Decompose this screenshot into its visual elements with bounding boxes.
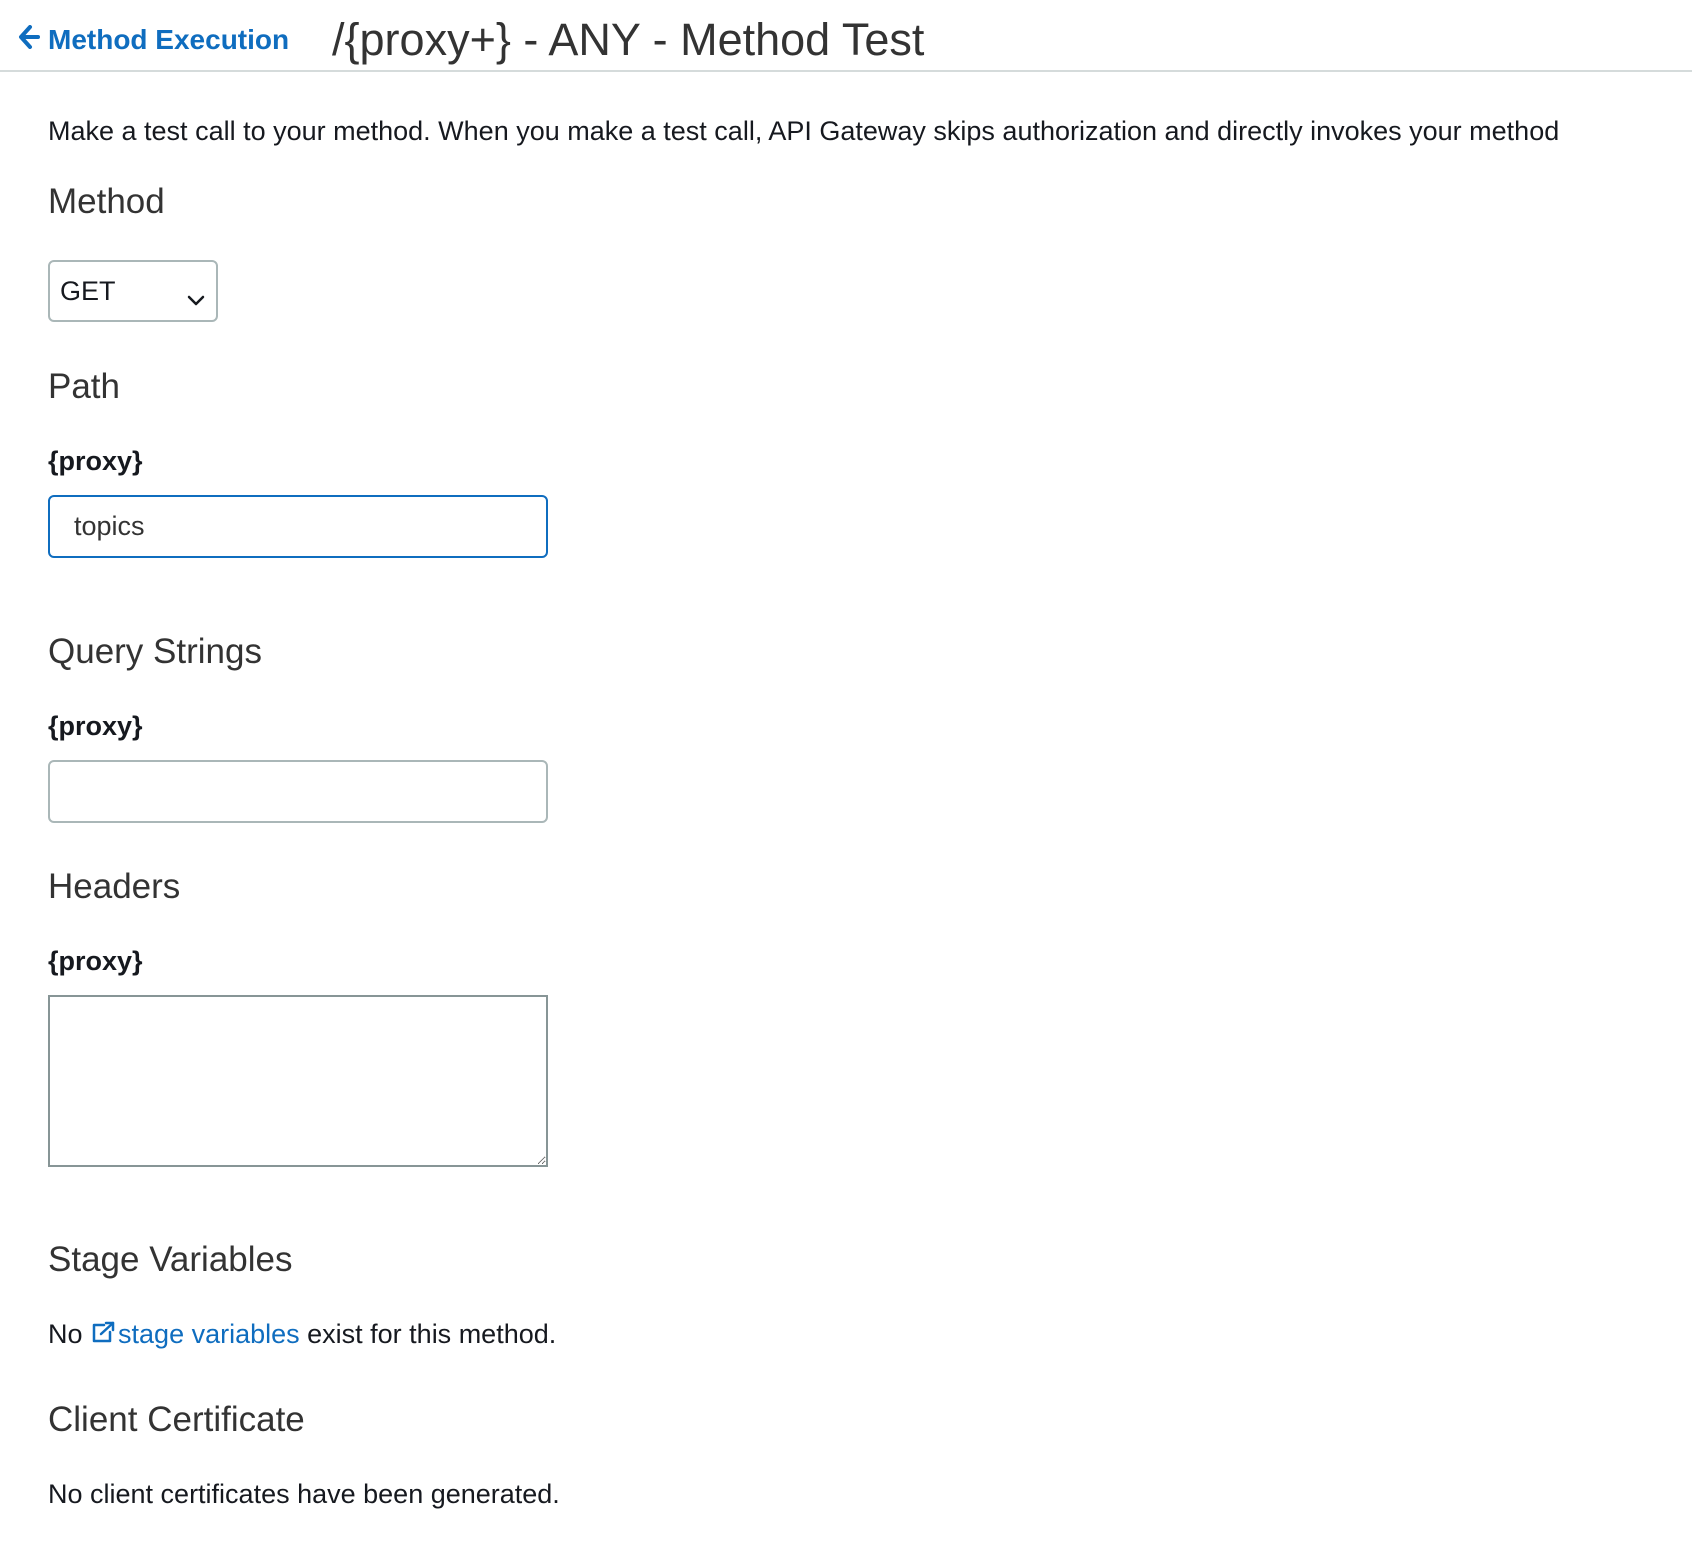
back-link-label: Method Execution xyxy=(48,24,290,55)
method-select-value: GET xyxy=(60,275,116,306)
headers-param-label: {proxy} xyxy=(48,946,143,976)
query-proxy-input[interactable] xyxy=(48,760,548,823)
client-certificate-section-title: Client Certificate xyxy=(48,1400,305,1439)
query-strings-section-title: Query Strings xyxy=(48,632,262,671)
chevron-down-icon xyxy=(186,284,206,315)
page-header: Method Execution /{proxy+} - ANY - Metho… xyxy=(0,0,1692,72)
method-select[interactable]: GET xyxy=(48,260,218,322)
intro-text: Make a test call to your method. When yo… xyxy=(48,116,1560,146)
stage-variables-link[interactable]: stage variables xyxy=(90,1319,300,1349)
arrow-left-icon xyxy=(18,24,48,56)
external-link-icon xyxy=(90,1319,118,1349)
stage-variables-prefix: No xyxy=(48,1319,91,1349)
path-param-label: {proxy} xyxy=(48,446,143,476)
stage-variables-text: No stage variables exist for this method… xyxy=(48,1319,556,1350)
query-param-label: {proxy} xyxy=(48,711,143,741)
page-title: /{proxy+} - ANY - Method Test xyxy=(332,14,925,65)
back-to-method-execution-link[interactable]: Method Execution xyxy=(18,24,289,56)
headers-proxy-textarea[interactable] xyxy=(48,995,548,1167)
path-section-title: Path xyxy=(48,367,120,406)
headers-section-title: Headers xyxy=(48,867,181,906)
stage-variables-section-title: Stage Variables xyxy=(48,1240,293,1279)
stage-variables-suffix: exist for this method. xyxy=(299,1319,557,1349)
stage-variables-link-text: stage variables xyxy=(118,1319,300,1349)
method-section-title: Method xyxy=(48,182,165,221)
client-certificate-text: No client certificates have been generat… xyxy=(48,1479,560,1509)
path-proxy-input[interactable] xyxy=(48,495,548,558)
